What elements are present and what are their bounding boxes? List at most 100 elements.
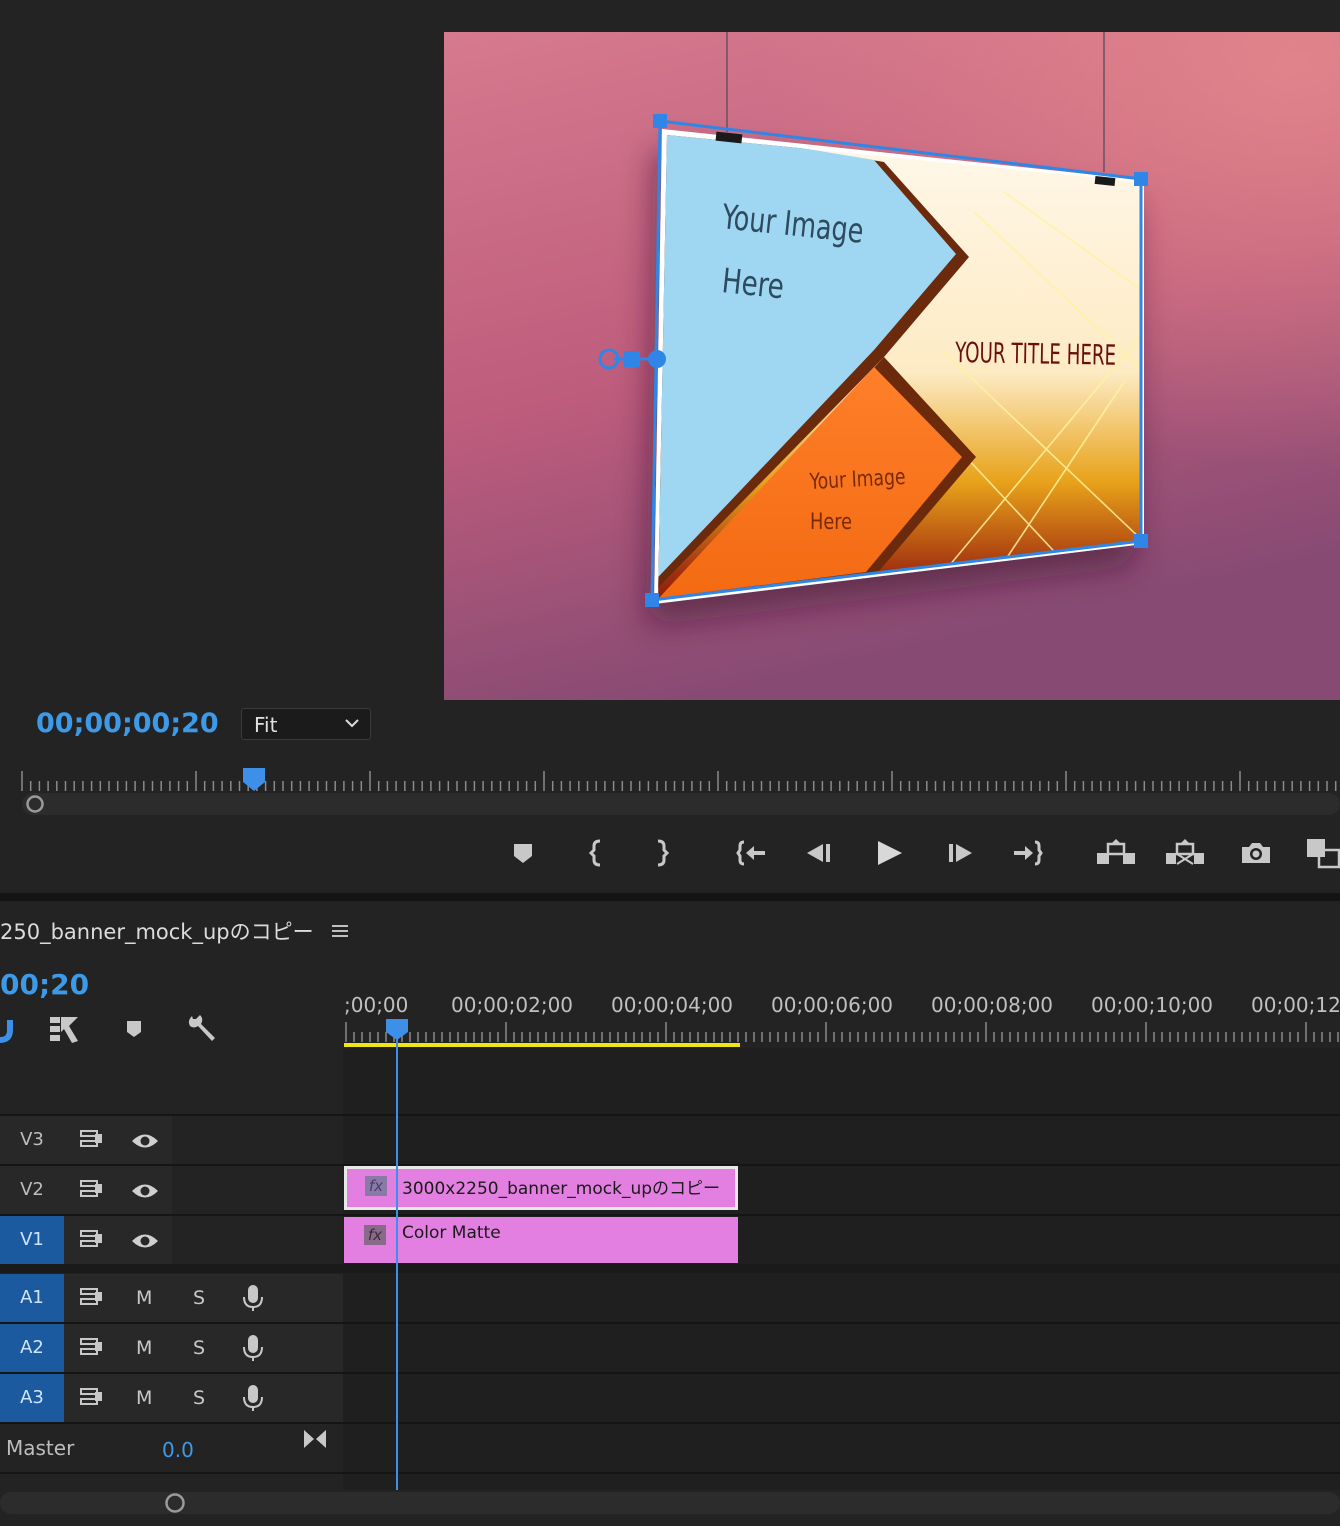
transform-handle-bottom-right[interactable] [1134, 534, 1148, 548]
microphone-icon[interactable] [238, 1283, 268, 1313]
track-name[interactable]: V2 [0, 1166, 64, 1214]
extract-icon [1166, 839, 1204, 865]
export-frame-button[interactable] [1239, 836, 1273, 870]
banner-mockup-image: Your Image Here YOUR TITLE HERE Your Ima… [444, 32, 1340, 700]
add-marker-timeline-button[interactable] [117, 1012, 151, 1046]
step-forward-icon [949, 844, 972, 862]
step-back-button[interactable] [803, 836, 837, 870]
mark-out-button[interactable] [644, 836, 678, 870]
mute-button[interactable]: M [136, 1337, 152, 1359]
sync-lock-icon[interactable] [77, 1333, 107, 1363]
go-to-out-icon [1014, 840, 1043, 866]
scrollbar-handle[interactable] [26, 795, 44, 813]
video-audio-divider[interactable] [0, 1264, 1340, 1273]
go-to-in-icon [736, 840, 765, 866]
track-name[interactable]: A3 [0, 1374, 64, 1422]
step-forward-button[interactable] [943, 836, 977, 870]
snap-toggle-button[interactable] [0, 1012, 20, 1046]
track-header-a3[interactable]: A3 [0, 1374, 343, 1422]
play-button[interactable] [872, 836, 906, 870]
eye-icon[interactable] [130, 1176, 160, 1206]
zoom-level-select[interactable]: Fit [241, 708, 371, 740]
transform-handle-bottom-left[interactable] [645, 593, 659, 607]
master-label: Master [6, 1436, 75, 1460]
playhead-timecode[interactable]: 00;00;00;20 [36, 708, 219, 739]
timeline-clip[interactable]: fx 3000x2250_banner_mock_upのコピー [344, 1166, 738, 1210]
track-name[interactable]: V1 [0, 1216, 64, 1264]
sync-lock-icon[interactable] [77, 1125, 107, 1155]
clip-name: Color Matte [402, 1223, 501, 1243]
compare-view-button[interactable] [1305, 836, 1340, 870]
magnet-icon [0, 1020, 13, 1044]
linked-selection-button[interactable] [47, 1012, 81, 1046]
mute-button[interactable]: M [136, 1287, 152, 1309]
monitor-playhead-marker[interactable] [241, 766, 269, 796]
banner-bottom-text-line1: Your Image [808, 465, 906, 495]
timeline-settings-button[interactable] [184, 1012, 218, 1046]
lift-icon [1097, 839, 1135, 864]
step-back-icon [807, 844, 830, 862]
transform-handle-top-left[interactable] [653, 114, 667, 128]
sequence-tab-title[interactable]: 250_banner_mock_upのコピー [0, 916, 314, 946]
sequence-timecode[interactable]: 00;20 [0, 968, 89, 1001]
go-to-in-out-icon[interactable] [302, 1428, 328, 1454]
solo-button[interactable]: S [193, 1337, 205, 1359]
transform-handle-top-right[interactable] [1134, 172, 1148, 186]
track-name[interactable]: V3 [0, 1116, 64, 1164]
clip-name: 3000x2250_banner_mock_upのコピー [402, 1179, 721, 1199]
ruler-label: 00;00;10;00 [1091, 993, 1214, 1017]
mark-out-icon [657, 839, 670, 867]
ruler-label: 00;00;04;00 [611, 993, 734, 1017]
solo-button[interactable]: S [193, 1287, 205, 1309]
eye-icon[interactable] [130, 1226, 160, 1256]
sync-lock-icon[interactable] [77, 1225, 107, 1255]
linked-selection-icon [50, 1017, 78, 1043]
track-name[interactable]: A2 [0, 1324, 64, 1372]
program-preview[interactable]: Your Image Here YOUR TITLE HERE Your Ima… [444, 32, 1340, 700]
banner-bottom-text-line2: Here [810, 510, 852, 535]
track-name[interactable]: A1 [0, 1274, 64, 1322]
panel-menu-icon[interactable] [330, 921, 350, 945]
go-to-out-button[interactable] [1011, 836, 1045, 870]
panel-divider[interactable] [0, 893, 1340, 901]
monitor-time-ruler[interactable] [0, 765, 1340, 795]
marker-icon [127, 1021, 141, 1037]
solo-button[interactable]: S [193, 1387, 205, 1409]
marker-icon [514, 844, 532, 863]
microphone-icon[interactable] [238, 1383, 268, 1413]
sync-lock-icon[interactable] [77, 1283, 107, 1313]
banner-left-text-line2: Here [720, 261, 786, 307]
lift-button[interactable] [1096, 836, 1136, 870]
ruler-label: 00;00;08;00 [931, 993, 1054, 1017]
monitor-zoom-scrollbar[interactable] [22, 793, 1340, 815]
ruler-label: 00;00;12; [1251, 993, 1340, 1017]
zoom-level-value: Fit [254, 713, 278, 737]
play-icon [878, 841, 902, 865]
sync-lock-icon[interactable] [77, 1383, 107, 1413]
extract-button[interactable] [1165, 836, 1205, 870]
mark-in-button[interactable] [580, 836, 614, 870]
timeline-zoom-scrollbar[interactable] [0, 1492, 1340, 1514]
microphone-icon[interactable] [238, 1333, 268, 1363]
sync-lock-icon[interactable] [77, 1175, 107, 1205]
timeline-playhead-line[interactable] [396, 1030, 398, 1490]
banner-title-text: YOUR TITLE HERE [954, 336, 1116, 372]
wrench-icon [188, 1015, 215, 1041]
timeline-playhead-marker[interactable] [385, 1018, 409, 1046]
fx-badge: fx [365, 1176, 387, 1196]
fx-badge: fx [364, 1225, 386, 1245]
master-volume-value[interactable]: 0.0 [162, 1438, 194, 1462]
ruler-label: 00;00;06;00 [771, 993, 894, 1017]
mute-button[interactable]: M [136, 1387, 152, 1409]
eye-icon[interactable] [130, 1126, 160, 1156]
track-header-a1[interactable]: A1 [0, 1274, 343, 1322]
add-marker-button[interactable] [506, 836, 540, 870]
mark-in-icon [588, 839, 601, 867]
track-header-a2[interactable]: A2 [0, 1324, 343, 1372]
timeline-clip[interactable]: fx Color Matte [344, 1217, 738, 1263]
ruler-label: ;00;00 [344, 993, 409, 1017]
camera-icon [1242, 843, 1270, 863]
compare-icon [1307, 839, 1340, 869]
go-to-in-button[interactable] [734, 836, 768, 870]
scrollbar-handle[interactable] [165, 1493, 185, 1517]
